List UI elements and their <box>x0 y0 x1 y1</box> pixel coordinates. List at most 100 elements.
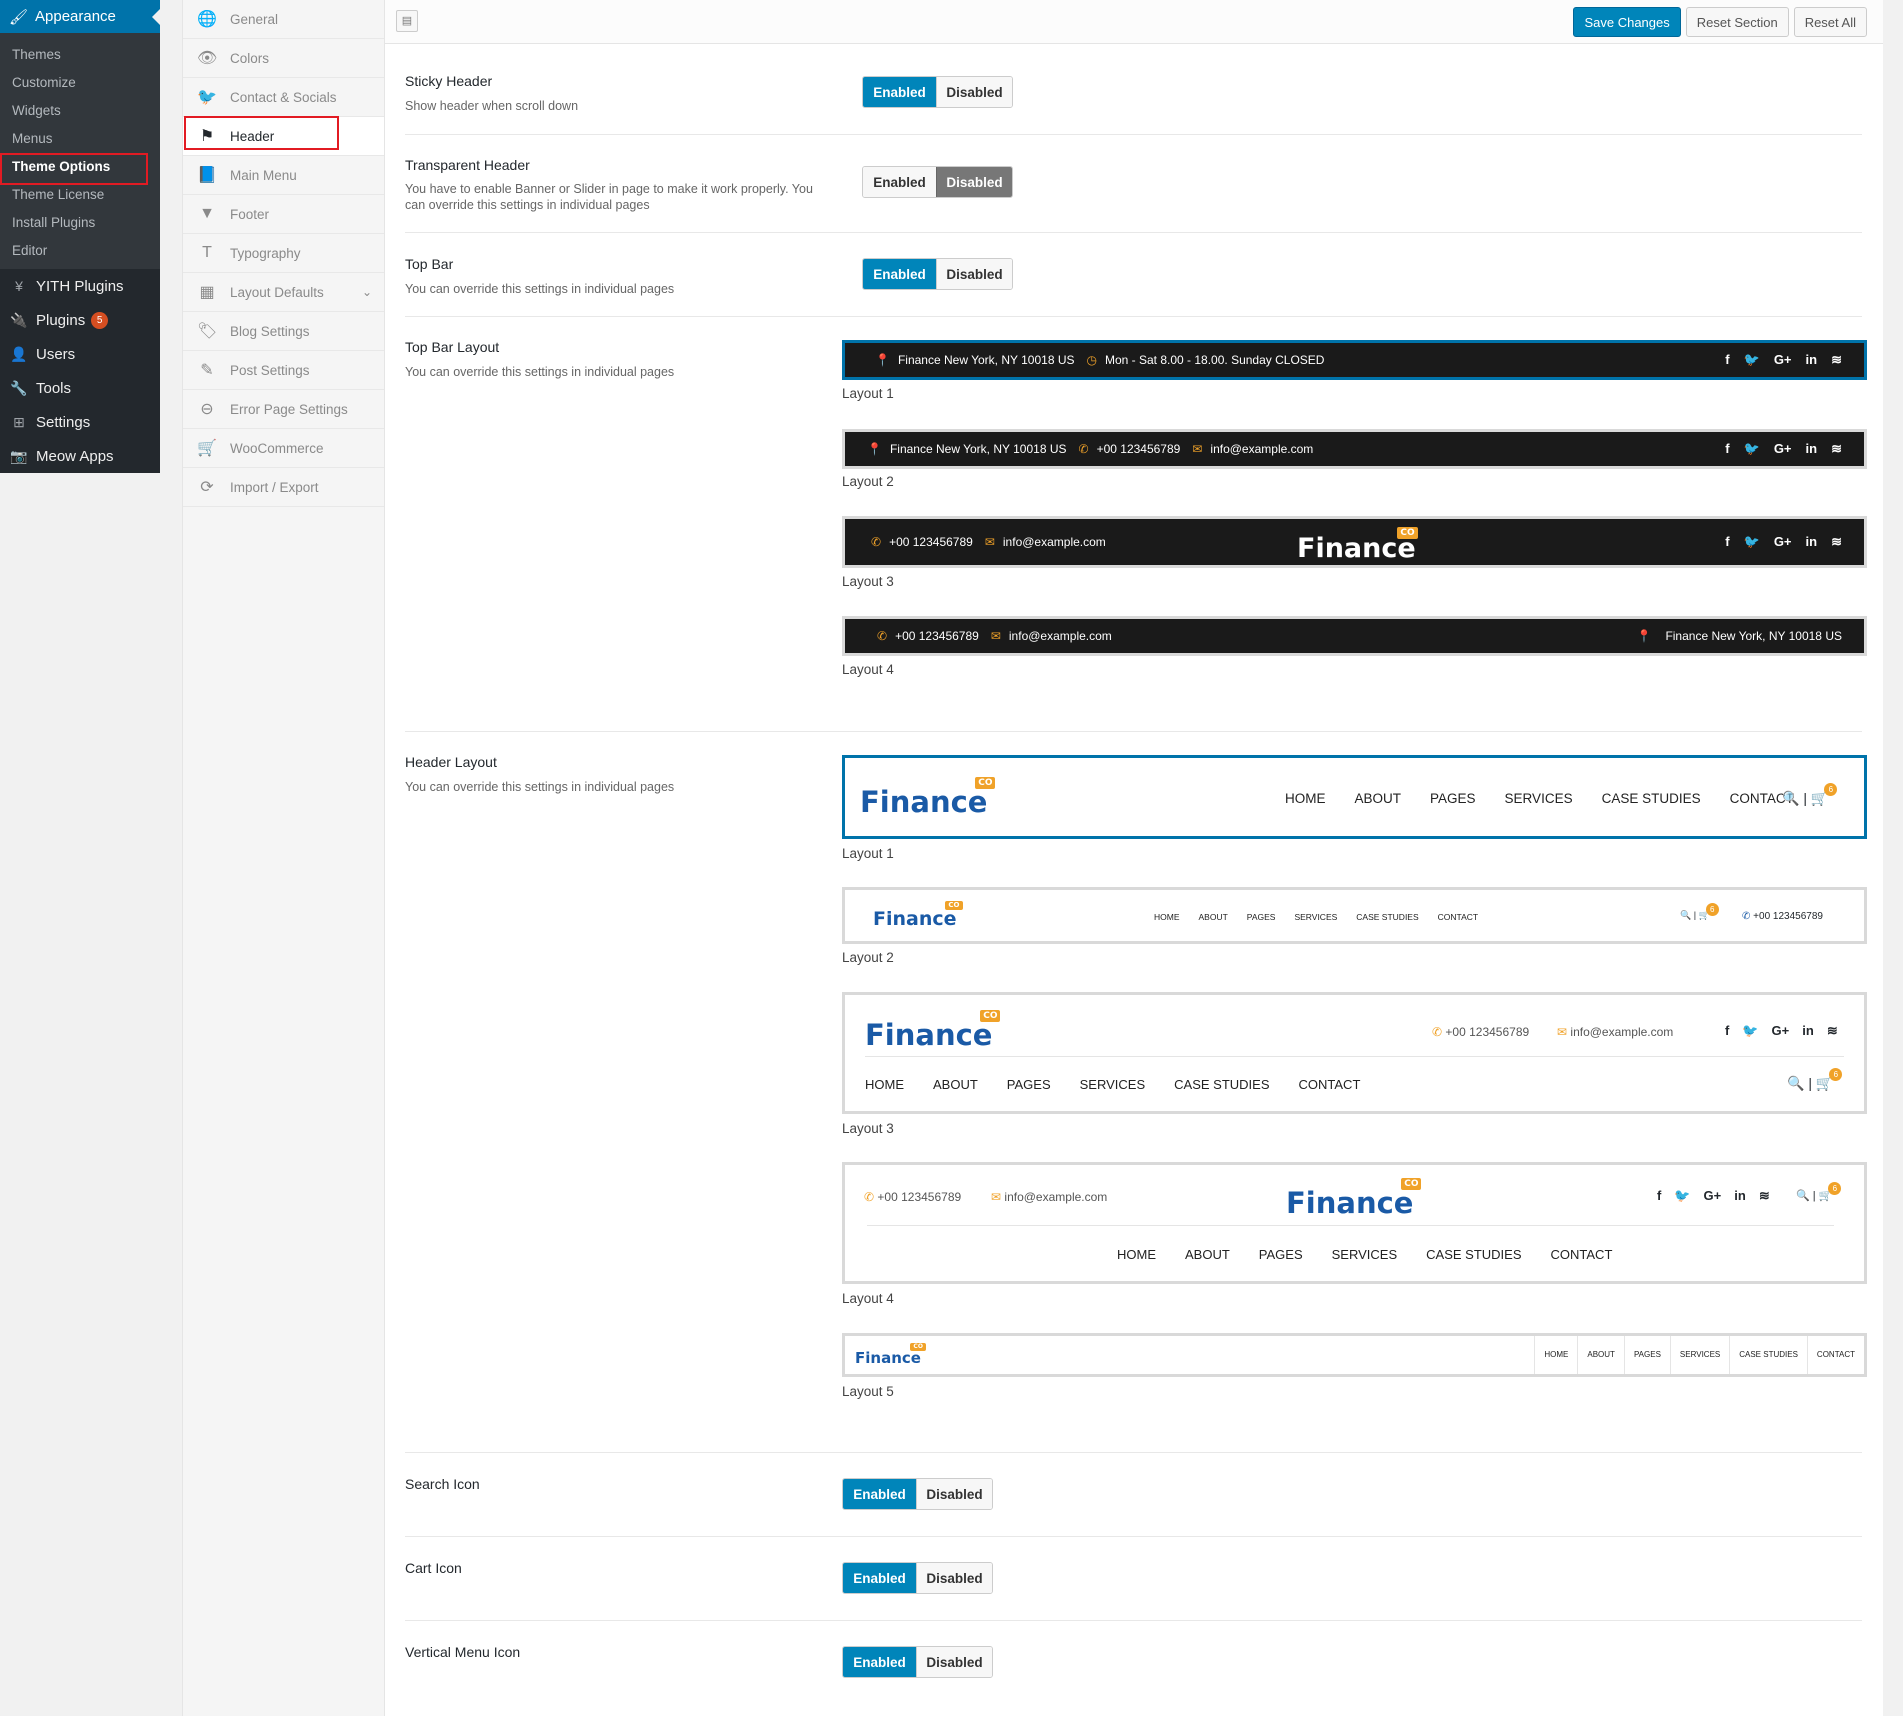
address-text: Finance New York, NY 10018 US <box>897 353 1075 367</box>
logo-text: Finance <box>855 1349 921 1367</box>
email-item: ✉ info@example.com <box>991 629 1112 643</box>
expand-options-icon[interactable]: ▤ <box>396 10 418 32</box>
field-desc: You can override this settings in indivi… <box>405 282 675 296</box>
twitter-icon: 🐦 <box>197 89 217 106</box>
menu-about: ABOUT <box>1354 791 1402 806</box>
phone-item: ✆ +00 123456789 <box>1742 911 1823 922</box>
facebook-icon: f <box>1657 1188 1662 1203</box>
nav-contact-socials[interactable]: 🐦 Contact & Socials <box>183 78 384 117</box>
enabled-option[interactable]: Enabled <box>863 77 936 107</box>
submenu-install-plugins[interactable]: Install Plugins <box>0 209 160 237</box>
nav-colors[interactable]: 👁 Colors <box>183 39 384 78</box>
disabled-option[interactable]: Disabled <box>936 259 1012 289</box>
nav-header[interactable]: ⚑ Header <box>183 117 384 156</box>
layout-caption: Layout 4 <box>842 1291 894 1306</box>
disabled-option[interactable]: Disabled <box>916 1563 992 1593</box>
nav-typography[interactable]: T Typography <box>183 234 384 273</box>
finance-logo: Finance CO <box>865 1010 1001 1052</box>
nav-blog-settings[interactable]: 🏷 Blog Settings <box>183 312 384 351</box>
header-layout-3-preview[interactable]: Finance CO ✆ +00 123456789 ✉ info@example… <box>842 992 1867 1114</box>
options-toolbar: ▤ Save Changes Reset Section Reset All <box>385 0 1883 44</box>
text-icon: T <box>202 244 212 261</box>
row-cart-icon: Cart Icon Enabled Disabled <box>405 1537 1862 1621</box>
header-layout-1-preview[interactable]: Finance CO HOME ABOUT PAGES SERVICES CASE STU… <box>842 755 1867 839</box>
divider <box>867 1225 1834 1226</box>
phone-item: ✆ +00 123456789 <box>1432 1025 1529 1039</box>
field-desc: Show header when scroll down <box>405 99 579 113</box>
menu-case-studies: CASE STUDIES <box>1426 1247 1522 1262</box>
menu-services: SERVICES <box>1079 1077 1146 1092</box>
camera-icon: 📷 <box>10 447 28 464</box>
menu-meow-apps[interactable]: 📷 Meow Apps <box>0 439 160 473</box>
linkedin-icon: in <box>1805 352 1818 367</box>
reset-section-button[interactable]: Reset Section <box>1685 7 1789 37</box>
header-menu: HOME ABOUT PAGES SERVICES CASE STUDIES CONTAC… <box>1154 912 1478 922</box>
menu-users[interactable]: 👤 Users <box>0 337 160 371</box>
disabled-option[interactable]: Disabled <box>936 77 1012 107</box>
save-changes-button[interactable]: Save Changes <box>1573 7 1681 37</box>
book-icon: 📘 <box>197 167 217 184</box>
topbar-layout-4-preview[interactable]: ✆ +00 123456789 ✉ info@example.com 📍 Financ… <box>842 616 1867 656</box>
enabled-option[interactable]: Enabled <box>843 1479 916 1509</box>
submenu-editor[interactable]: Editor <box>0 237 160 265</box>
phone-icon: ✆ <box>877 629 888 643</box>
nav-general[interactable]: 🌐 General <box>183 0 384 39</box>
nav-main-menu[interactable]: 📘 Main Menu <box>183 156 384 195</box>
submenu-theme-options[interactable]: Theme Options <box>0 153 160 185</box>
nav-layout-defaults[interactable]: ▦ Layout Defaults ⌄ <box>183 273 384 312</box>
phone-icon: ✆ <box>1432 1025 1443 1039</box>
topbar-layout-3-preview[interactable]: ✆ +00 123456789 ✉ info@example.com Finance… <box>842 516 1867 568</box>
submenu-themes[interactable]: Themes <box>0 41 160 69</box>
disabled-option[interactable]: Disabled <box>916 1479 992 1509</box>
nav-import-export[interactable]: ⟳ Import / Export <box>183 468 384 507</box>
enabled-option[interactable]: Enabled <box>863 167 936 197</box>
enabled-option[interactable]: Enabled <box>863 259 936 289</box>
header-layout-4-preview[interactable]: ✆ +00 123456789 ✉ info@example.com Finan… <box>842 1162 1867 1284</box>
phone-text: +00 123456789 <box>895 629 979 643</box>
phone-text: +00 123456789 <box>1096 442 1181 456</box>
submenu-menus[interactable]: Menus <box>0 125 160 153</box>
reset-all-button[interactable]: Reset All <box>1793 7 1867 37</box>
menu-label: Plugins <box>36 311 86 329</box>
phone-text: +00 123456789 <box>889 535 973 549</box>
phone-text: +00 123456789 <box>1753 911 1823 922</box>
email-text: info@example.com <box>1210 442 1314 456</box>
header-layout-5-preview[interactable]: Finance CO HOME ABOUT PAGES SERVICES CASE STU… <box>842 1333 1867 1377</box>
menu-plugins[interactable]: 🔌 Plugins 5 <box>0 303 160 337</box>
plugin-icon: 🔌 <box>10 311 28 328</box>
email-text: info@example.com <box>1570 1025 1674 1039</box>
menu-case-studies: CASE STUDIES <box>1356 912 1419 922</box>
cart-count: 6 <box>1824 783 1838 796</box>
menu-home: HOME <box>1534 1336 1577 1374</box>
nav-label: Post Settings <box>230 362 310 378</box>
nav-error-page[interactable]: ⊖ Error Page Settings <box>183 390 384 429</box>
address-text: Finance New York, NY 10018 US <box>889 442 1067 456</box>
phone-icon: ✆ <box>1078 442 1089 456</box>
disabled-option[interactable]: Disabled <box>936 167 1012 197</box>
header-layout-2-preview[interactable]: Finance CO HOME ABOUT PAGES SERVICES CASE STU… <box>842 887 1867 944</box>
linkedin-icon: in <box>1805 534 1818 549</box>
disabled-option[interactable]: Disabled <box>916 1647 992 1677</box>
menu-settings[interactable]: ⊞ Settings <box>0 405 160 439</box>
topbar-layout-1-preview[interactable]: 📍 Finance New York, NY 10018 US ◷ Mon - Sa… <box>842 340 1867 380</box>
enabled-option[interactable]: Enabled <box>843 1647 916 1677</box>
cart-icon-toggle: Enabled Disabled <box>842 1562 993 1594</box>
topbar-layout-2-preview[interactable]: 📍 Finance New York, NY 10018 US ✆ +00 1234… <box>842 429 1867 469</box>
row-transparent-header: Transparent Header You have to enable Ba… <box>405 135 1862 233</box>
enabled-option[interactable]: Enabled <box>843 1563 916 1593</box>
flag-icon: ⚑ <box>199 128 215 145</box>
search-icon: 🔍 <box>1680 910 1692 920</box>
submenu-customize[interactable]: Customize <box>0 69 160 97</box>
menu-appearance[interactable]: 🖌 Appearance <box>0 0 160 33</box>
yith-icon: ¥ <box>15 278 23 294</box>
row-sticky-header: Sticky Header Show header when scroll do… <box>405 44 1862 135</box>
layout-caption: Layout 4 <box>842 662 894 677</box>
menu-yith-plugins[interactable]: ¥ YITH Plugins <box>0 269 160 303</box>
submenu-theme-license[interactable]: Theme License <box>0 181 160 209</box>
phone-item: ✆ +00 123456789 <box>864 1190 961 1204</box>
nav-footer[interactable]: ▼ Footer <box>183 195 384 234</box>
nav-post-settings[interactable]: ✎ Post Settings <box>183 351 384 390</box>
nav-woocommerce[interactable]: 🛒 WooCommerce <box>183 429 384 468</box>
menu-tools[interactable]: 🔧 Tools <box>0 371 160 405</box>
submenu-widgets[interactable]: Widgets <box>0 97 160 125</box>
